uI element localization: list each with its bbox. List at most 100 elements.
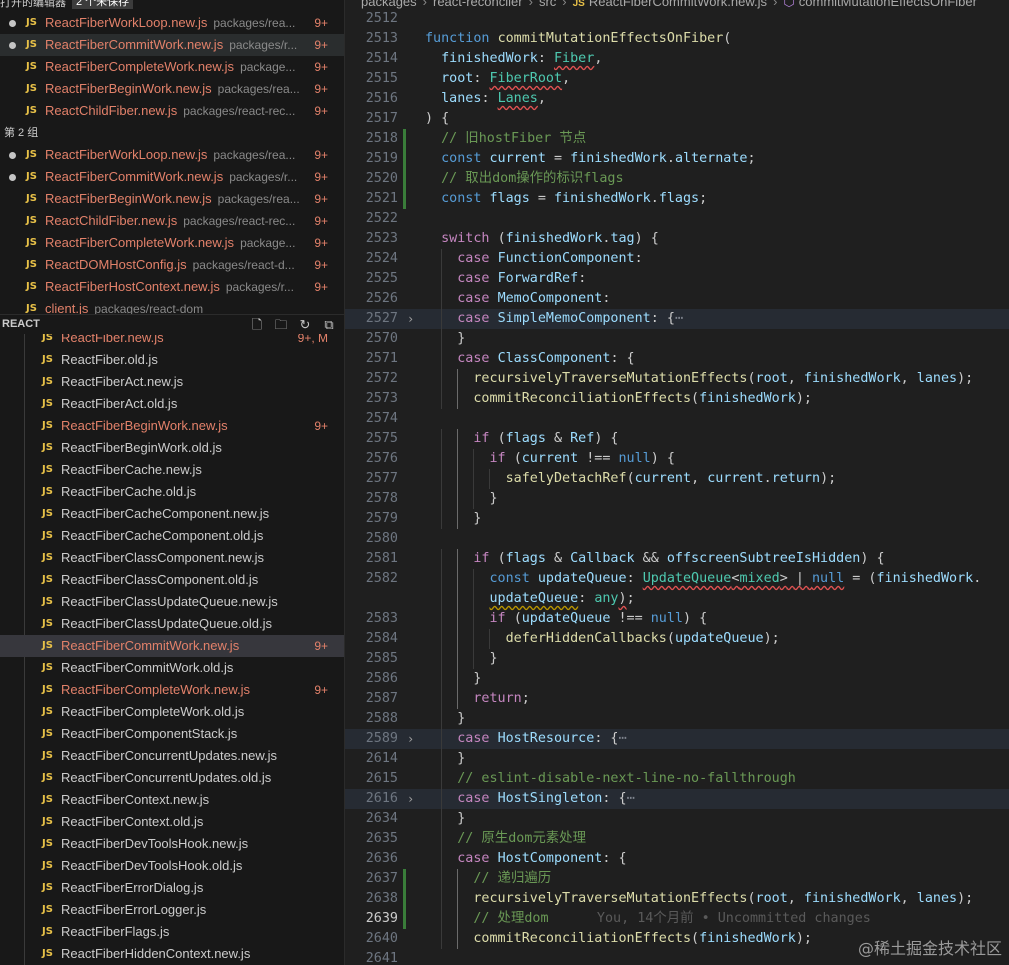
code-line[interactable]: 2634 } <box>345 809 1009 829</box>
code-line[interactable]: 2579 } <box>345 509 1009 529</box>
open-editor-item[interactable]: JS ReactChildFiber.new.js packages/react-r… <box>0 100 344 122</box>
tree-item[interactable]: JS ReactFiberClassUpdateQueue.new.js <box>0 591 344 613</box>
code-line[interactable]: 2520 // 取出dom操作的标识flags <box>345 169 1009 189</box>
tree-item[interactable]: JS ReactFiberCommitWork.new.js 9+ <box>0 635 344 657</box>
code-line[interactable]: 2588 } <box>345 709 1009 729</box>
code-line[interactable]: 2589 › case HostResource: {⋯ <box>345 729 1009 749</box>
code-line[interactable]: 2586 } <box>345 669 1009 689</box>
code-line[interactable]: 2575 if (flags & Ref) { <box>345 429 1009 449</box>
open-editor-item[interactable]: JS ReactDOMHostConfig.js packages/react-d.… <box>0 254 344 276</box>
code-line[interactable]: 2576 if (current !== null) { <box>345 449 1009 469</box>
tree-item[interactable]: JS ReactFiberCacheComponent.new.js <box>0 503 344 525</box>
code-line[interactable]: 2570 } <box>345 329 1009 349</box>
code-line[interactable]: 2522 <box>345 209 1009 229</box>
code-line[interactable]: 2519 const current = finishedWork.altern… <box>345 149 1009 169</box>
tree-item[interactable]: JS ReactFiberDevToolsHook.new.js <box>0 833 344 855</box>
code-line[interactable]: 2636 case HostComponent: { <box>345 849 1009 869</box>
tree-item[interactable]: JS ReactFiberErrorLogger.js <box>0 899 344 921</box>
code-line[interactable]: 2635 // 原生dom元素处理 <box>345 829 1009 849</box>
open-editor-item[interactable]: JS ReactFiberHostContext.new.js packages/r… <box>0 276 344 298</box>
code-line[interactable]: 2615 // eslint-disable-next-line-no-fall… <box>345 769 1009 789</box>
code-line[interactable]: 2581 if (flags & Callback && offscreenSu… <box>345 549 1009 569</box>
code-line[interactable]: 2525 case ForwardRef: <box>345 269 1009 289</box>
open-editor-item[interactable]: JS ReactFiberCompleteWork.new.js package..… <box>0 232 344 254</box>
tree-item[interactable]: JS ReactFiberCache.new.js <box>0 459 344 481</box>
code-line[interactable]: 2523 switch (finishedWork.tag) { <box>345 229 1009 249</box>
breadcrumb-item[interactable]: src <box>539 0 556 9</box>
code-line[interactable]: 2521 const flags = finishedWork.flags; <box>345 189 1009 209</box>
tree-item[interactable]: JS ReactFiberAct.old.js <box>0 393 344 415</box>
code-line[interactable]: 2587 return; <box>345 689 1009 709</box>
tree-item[interactable]: JS ReactFiberClassComponent.old.js <box>0 569 344 591</box>
tree-item[interactable]: JS ReactFiberAct.new.js <box>0 371 344 393</box>
tree-item[interactable]: JS ReactFiberCache.old.js <box>0 481 344 503</box>
open-editor-item[interactable]: JS ReactFiberBeginWork.new.js packages/rea… <box>0 78 344 100</box>
tree-item[interactable]: JS ReactFiberCompleteWork.old.js <box>0 701 344 723</box>
code-line[interactable]: 2614 } <box>345 749 1009 769</box>
tree-item[interactable]: JS ReactFiberClassUpdateQueue.old.js <box>0 613 344 635</box>
open-editor-item[interactable]: JS ReactFiberWorkLoop.new.js packages/rea.… <box>0 144 344 166</box>
react-folder-header[interactable]: REACT 🗋 🗀 ↻ ⧉ <box>0 314 344 335</box>
fold-chevron-icon[interactable]: › <box>407 309 414 329</box>
open-editor-item[interactable]: JS ReactFiberCommitWork.new.js packages/r.… <box>0 166 344 188</box>
code-line[interactable]: 2513 function commitMutationEffectsOnFibe… <box>345 29 1009 49</box>
collapse-all-icon[interactable]: ⧉ <box>322 318 336 332</box>
tree-item[interactable]: JS ReactFiberComponentStack.js <box>0 723 344 745</box>
breadcrumb-item[interactable]: react-reconciler <box>433 0 523 9</box>
tree-item[interactable]: JS ReactFiberCommitWork.old.js <box>0 657 344 679</box>
code-line[interactable]: 2582 const updateQueue: UpdateQueue<mixe… <box>345 569 1009 589</box>
open-editors-header[interactable]: 打开的编辑器 2 个未保存 <box>0 0 344 9</box>
open-editor-item[interactable]: JS ReactFiberCommitWork.new.js packages/r.… <box>0 34 344 56</box>
refresh-icon[interactable]: ↻ <box>298 318 312 332</box>
tree-item[interactable]: JS ReactFiberCompleteWork.new.js 9+ <box>0 679 344 701</box>
code-line[interactable]: 2515 root: FiberRoot, <box>345 69 1009 89</box>
fold-chevron-icon[interactable]: › <box>407 789 414 809</box>
code-line[interactable]: 2571 case ClassComponent: { <box>345 349 1009 369</box>
open-editor-item[interactable]: JS client.js packages/react-dom <box>0 298 344 314</box>
code-line[interactable]: 2573 commitReconciliationEffects(finishe… <box>345 389 1009 409</box>
tree-item[interactable]: JS ReactFiberConcurrentUpdates.new.js <box>0 745 344 767</box>
code-editor[interactable]: packages › react-reconciler › src › JS ReactFib… <box>344 0 1009 965</box>
code-line[interactable]: 2527 › case SimpleMemoComponent: {⋯ <box>345 309 1009 329</box>
tree-item[interactable]: JS ReactFiberErrorDialog.js <box>0 877 344 899</box>
code-line[interactable]: 2639 // 处理dom You, 14个月前 • Uncommitted c… <box>345 909 1009 929</box>
code-line[interactable]: updateQueue: any); <box>345 589 1009 609</box>
code-line[interactable]: 2616 › case HostSingleton: {⋯ <box>345 789 1009 809</box>
tree-item[interactable]: JS ReactFiberDevToolsHook.old.js <box>0 855 344 877</box>
code-line[interactable]: 2638 recursivelyTraverseMutationEffects(… <box>345 889 1009 909</box>
breadcrumb-item[interactable]: ReactFiberCommitWork.new.js <box>589 0 767 9</box>
open-editor-item[interactable]: JS ReactFiberBeginWork.new.js packages/rea… <box>0 188 344 210</box>
code-line[interactable]: 2572 recursivelyTraverseMutationEffects(… <box>345 369 1009 389</box>
tree-item[interactable]: JS ReactFiber.new.js 9+, M <box>0 334 344 349</box>
new-file-icon[interactable]: 🗋 <box>250 318 264 332</box>
tree-item[interactable]: JS ReactFiberContext.old.js <box>0 811 344 833</box>
code-line[interactable]: 2517) { <box>345 109 1009 129</box>
tree-item[interactable]: JS ReactFiber.old.js <box>0 349 344 371</box>
code-line[interactable]: 2512 <box>345 9 1009 29</box>
tree-item[interactable]: JS ReactFiberClassComponent.new.js <box>0 547 344 569</box>
code-line[interactable]: 2524 case FunctionComponent: <box>345 249 1009 269</box>
breadcrumb-item[interactable]: commitMutationEffectsOnFiber <box>799 0 977 9</box>
code-line[interactable]: 2518 // 旧hostFiber 节点 <box>345 129 1009 149</box>
code-line[interactable]: 2637 // 递归遍历 <box>345 869 1009 889</box>
tree-item[interactable]: JS ReactFiberBeginWork.old.js <box>0 437 344 459</box>
open-editor-item[interactable]: JS ReactChildFiber.new.js packages/react-r… <box>0 210 344 232</box>
code-line[interactable]: 2584 deferHiddenCallbacks(updateQueue); <box>345 629 1009 649</box>
open-editor-item[interactable]: JS ReactFiberWorkLoop.new.js packages/rea.… <box>0 12 344 34</box>
tree-item[interactable]: JS ReactFiberFlags.js <box>0 921 344 943</box>
breadcrumb-item[interactable]: packages <box>361 0 417 9</box>
fold-chevron-icon[interactable]: › <box>407 729 414 749</box>
open-editor-item[interactable]: JS ReactFiberCompleteWork.new.js package..… <box>0 56 344 78</box>
new-folder-icon[interactable]: 🗀 <box>274 318 288 332</box>
code-line[interactable]: 2574 <box>345 409 1009 429</box>
code-line[interactable]: 2514 finishedWork: Fiber, <box>345 49 1009 69</box>
tree-item[interactable]: JS ReactFiberContext.new.js <box>0 789 344 811</box>
code-line[interactable]: 2580 <box>345 529 1009 549</box>
tree-item[interactable]: JS ReactFiberCacheComponent.old.js <box>0 525 344 547</box>
tree-item[interactable]: JS ReactFiberHiddenContext.new.js <box>0 943 344 965</box>
code-line[interactable]: 2578 } <box>345 489 1009 509</box>
code-line[interactable]: 2583 if (updateQueue !== null) { <box>345 609 1009 629</box>
tree-item[interactable]: JS ReactFiberBeginWork.new.js 9+ <box>0 415 344 437</box>
code-line[interactable]: 2577 safelyDetachRef(current, current.re… <box>345 469 1009 489</box>
code-line[interactable]: 2585 } <box>345 649 1009 669</box>
